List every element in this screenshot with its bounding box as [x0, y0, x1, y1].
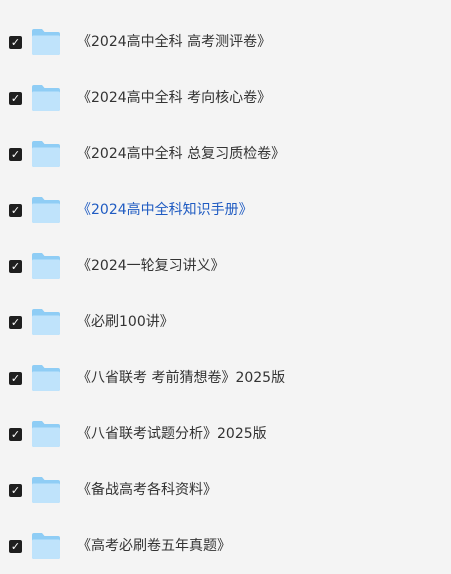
folder-icon	[32, 477, 60, 503]
list-item[interactable]: ✓ 《2024一轮复习讲义》	[0, 238, 451, 294]
checkbox[interactable]: ✓	[9, 148, 22, 161]
file-name[interactable]: 《备战高考各科资料》	[77, 481, 217, 499]
folder-icon	[32, 85, 60, 111]
file-name[interactable]: 《八省联考 考前猜想卷》2025版	[77, 369, 285, 387]
file-name[interactable]: 《2024高中全科 总复习质检卷》	[77, 145, 285, 163]
folder-icon	[32, 309, 60, 335]
folder-icon	[32, 421, 60, 447]
list-item[interactable]: ✓ 《必刷100讲》	[0, 294, 451, 350]
list-item[interactable]: ✓ 《八省联考 考前猜想卷》2025版	[0, 350, 451, 406]
checkbox[interactable]: ✓	[9, 316, 22, 329]
file-name[interactable]: 《2024高中全科知识手册》	[77, 201, 253, 219]
file-list: ✓ 《2024高中全科 高考测评卷》 ✓ 《2024高中全科 考向核心卷》 ✓ …	[0, 14, 451, 574]
file-name[interactable]: 《2024一轮复习讲义》	[77, 257, 225, 275]
folder-icon	[32, 533, 60, 559]
folder-icon	[32, 29, 60, 55]
file-name[interactable]: 《2024高中全科 考向核心卷》	[77, 89, 271, 107]
checkbox[interactable]: ✓	[9, 540, 22, 553]
folder-icon	[32, 253, 60, 279]
list-item[interactable]: ✓ 《2024高中全科 总复习质检卷》	[0, 126, 451, 182]
list-item[interactable]: ✓ 《备战高考各科资料》	[0, 462, 451, 518]
checkbox[interactable]: ✓	[9, 484, 22, 497]
file-name[interactable]: 《2024高中全科 高考测评卷》	[77, 33, 271, 51]
checkbox[interactable]: ✓	[9, 36, 22, 49]
list-item[interactable]: ✓ 《2024高中全科 高考测评卷》	[0, 14, 451, 70]
list-item[interactable]: ✓ 《八省联考试题分析》2025版	[0, 406, 451, 462]
checkbox[interactable]: ✓	[9, 204, 22, 217]
file-name[interactable]: 《高考必刷卷五年真题》	[77, 537, 231, 555]
file-name[interactable]: 《必刷100讲》	[77, 313, 174, 331]
list-item[interactable]: ✓ 《高考必刷卷五年真题》	[0, 518, 451, 574]
list-item[interactable]: ✓ 《2024高中全科知识手册》	[0, 182, 451, 238]
checkbox[interactable]: ✓	[9, 428, 22, 441]
folder-icon	[32, 197, 60, 223]
checkbox[interactable]: ✓	[9, 260, 22, 273]
folder-icon	[32, 141, 60, 167]
folder-icon	[32, 365, 60, 391]
checkbox[interactable]: ✓	[9, 372, 22, 385]
checkbox[interactable]: ✓	[9, 92, 22, 105]
list-item[interactable]: ✓ 《2024高中全科 考向核心卷》	[0, 70, 451, 126]
file-name[interactable]: 《八省联考试题分析》2025版	[77, 425, 267, 443]
